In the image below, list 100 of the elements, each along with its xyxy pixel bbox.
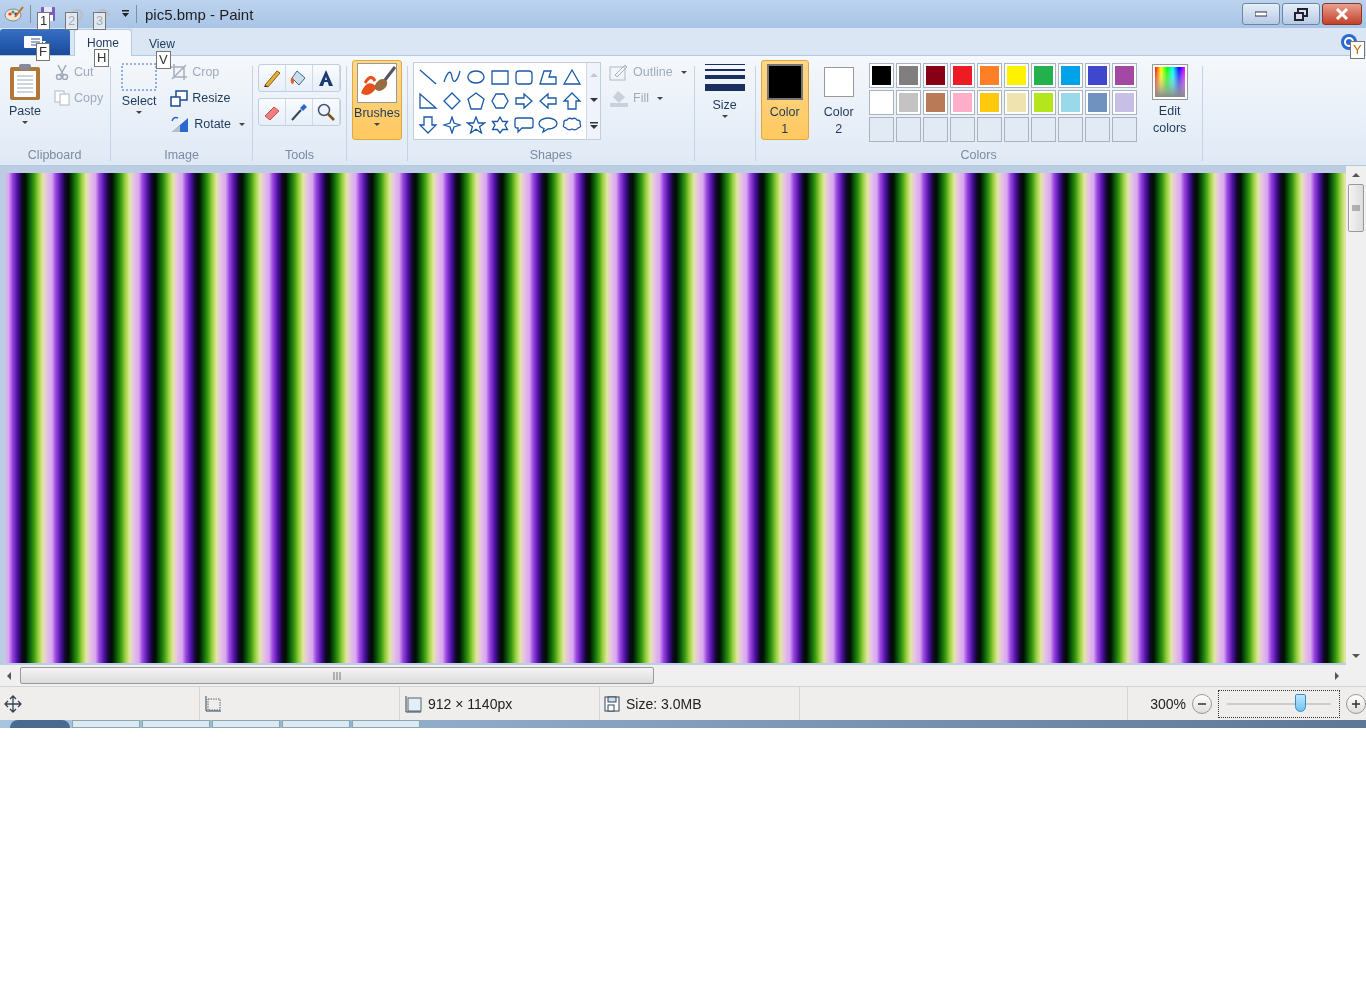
magnifier-icon	[316, 102, 337, 122]
palette-swatch[interactable]	[1003, 90, 1029, 115]
palette-swatch[interactable]	[895, 63, 921, 88]
speech-bubble-icon[interactable]	[514, 116, 535, 134]
hexagon-icon[interactable]	[490, 92, 511, 110]
up-arrow-icon[interactable]	[562, 92, 583, 110]
brush-icon	[357, 63, 398, 103]
palette-swatch[interactable]	[1111, 90, 1137, 115]
eyedropper-icon	[289, 102, 310, 122]
palette-swatch[interactable]	[1003, 63, 1029, 88]
palette-swatch[interactable]	[949, 63, 975, 88]
file-menu-button[interactable]	[0, 29, 70, 55]
palette-swatch[interactable]	[922, 63, 948, 88]
keytip: Y	[1350, 40, 1365, 59]
group-label: Shapes	[528, 147, 574, 164]
zoom-level: 300%	[1150, 695, 1186, 712]
canvas-size-icon	[404, 694, 422, 713]
scroll-left-icon[interactable]	[6, 671, 12, 680]
diamond-icon[interactable]	[442, 92, 463, 110]
caret-icon	[721, 115, 728, 118]
palette-swatch[interactable]	[1111, 63, 1137, 88]
palette-swatch[interactable]	[1084, 63, 1110, 88]
rotate-button[interactable]: Rotate	[168, 112, 248, 136]
line-icon[interactable]	[418, 68, 439, 86]
customize-caret-icon[interactable]	[121, 10, 130, 18]
group-label: Colors	[959, 147, 998, 164]
star-icon[interactable]	[466, 116, 487, 134]
paint-app-icon[interactable]	[4, 5, 24, 23]
scissors-icon	[54, 64, 70, 80]
oval-callout-icon[interactable]	[538, 116, 559, 134]
right-triangle-icon[interactable]	[418, 92, 439, 110]
minimize-button[interactable]	[1242, 3, 1280, 25]
triangle-icon[interactable]	[562, 68, 583, 86]
edit-colors-button[interactable]: Edit colors	[1142, 60, 1197, 140]
zoom-in-button[interactable]	[1346, 693, 1366, 714]
right-arrow-icon[interactable]	[514, 92, 535, 110]
size-button[interactable]: Size	[699, 60, 750, 121]
move-icon	[4, 694, 22, 713]
paste-button[interactable]: Paste	[4, 60, 46, 127]
caret-icon	[239, 122, 246, 126]
color-2-button[interactable]: Color 2	[814, 60, 863, 140]
rectangle-icon[interactable]	[490, 68, 511, 86]
palette-swatch[interactable]	[976, 63, 1002, 88]
caret-icon	[657, 96, 663, 100]
palette-swatch[interactable]	[868, 90, 894, 115]
color-1-button[interactable]: Color 1	[760, 60, 809, 140]
file-size: Size: 3.0MB	[626, 695, 702, 712]
scroll-right-icon[interactable]	[1334, 671, 1340, 680]
vertical-scrollbar[interactable]	[1346, 166, 1366, 665]
palette-swatch[interactable]	[868, 63, 894, 88]
fill-bucket-icon	[609, 89, 630, 107]
group-label: Clipboard	[26, 147, 83, 164]
keytip: H	[94, 49, 110, 67]
resize-icon	[170, 89, 189, 107]
palette-swatch[interactable]	[1030, 63, 1056, 88]
restore-icon	[1294, 7, 1308, 21]
scroll-down-icon[interactable]	[589, 97, 598, 103]
six-point-star-icon[interactable]	[490, 116, 511, 134]
spectrum-icon	[1151, 64, 1188, 100]
image-dimensions: 912 × 1140px	[428, 695, 513, 712]
grip-icon	[333, 671, 341, 680]
oval-icon[interactable]	[466, 68, 487, 86]
down-arrow-icon[interactable]	[418, 116, 439, 134]
expand-gallery-icon[interactable]	[589, 121, 598, 130]
keytip: 1	[37, 12, 51, 30]
caret-icon	[680, 70, 687, 74]
palette-swatch[interactable]	[1084, 90, 1110, 115]
minimize-icon	[1255, 11, 1267, 17]
brushes-button[interactable]: Brushes	[352, 60, 403, 140]
restore-button[interactable]	[1282, 3, 1320, 25]
close-button[interactable]	[1322, 3, 1362, 25]
keytip: V	[156, 51, 171, 69]
zoom-out-button[interactable]	[1192, 693, 1212, 714]
grip-icon	[1352, 205, 1360, 211]
group-label: Image	[163, 147, 200, 164]
group-label: Tools	[283, 147, 316, 164]
keytip: F	[36, 43, 50, 61]
palette-swatch[interactable]	[949, 90, 975, 115]
palette-swatch[interactable]	[1057, 90, 1083, 115]
resize-button[interactable]: Resize	[168, 86, 248, 110]
rotate-icon	[170, 115, 191, 133]
palette-swatch[interactable]	[976, 90, 1002, 115]
horizontal-scrollbar[interactable]	[0, 665, 1366, 686]
palette-swatch[interactable]	[1030, 90, 1056, 115]
scroll-up-icon[interactable]	[1352, 172, 1360, 178]
scroll-down-icon[interactable]	[1352, 653, 1360, 659]
caret-icon	[374, 123, 381, 126]
left-arrow-icon[interactable]	[538, 92, 559, 110]
four-point-star-icon[interactable]	[442, 116, 463, 134]
palette-swatch[interactable]	[922, 90, 948, 115]
window-title: pic5.bmp - Paint	[145, 5, 254, 23]
zoom-slider[interactable]	[1218, 689, 1340, 718]
pentagon-icon[interactable]	[466, 92, 487, 110]
palette-swatch[interactable]	[1057, 63, 1083, 88]
copy-icon	[54, 90, 70, 106]
clipboard-icon	[9, 63, 41, 101]
polygon-icon[interactable]	[538, 68, 559, 86]
palette-swatch[interactable]	[895, 90, 921, 115]
caret-icon	[22, 121, 28, 124]
selection-icon	[121, 63, 158, 91]
